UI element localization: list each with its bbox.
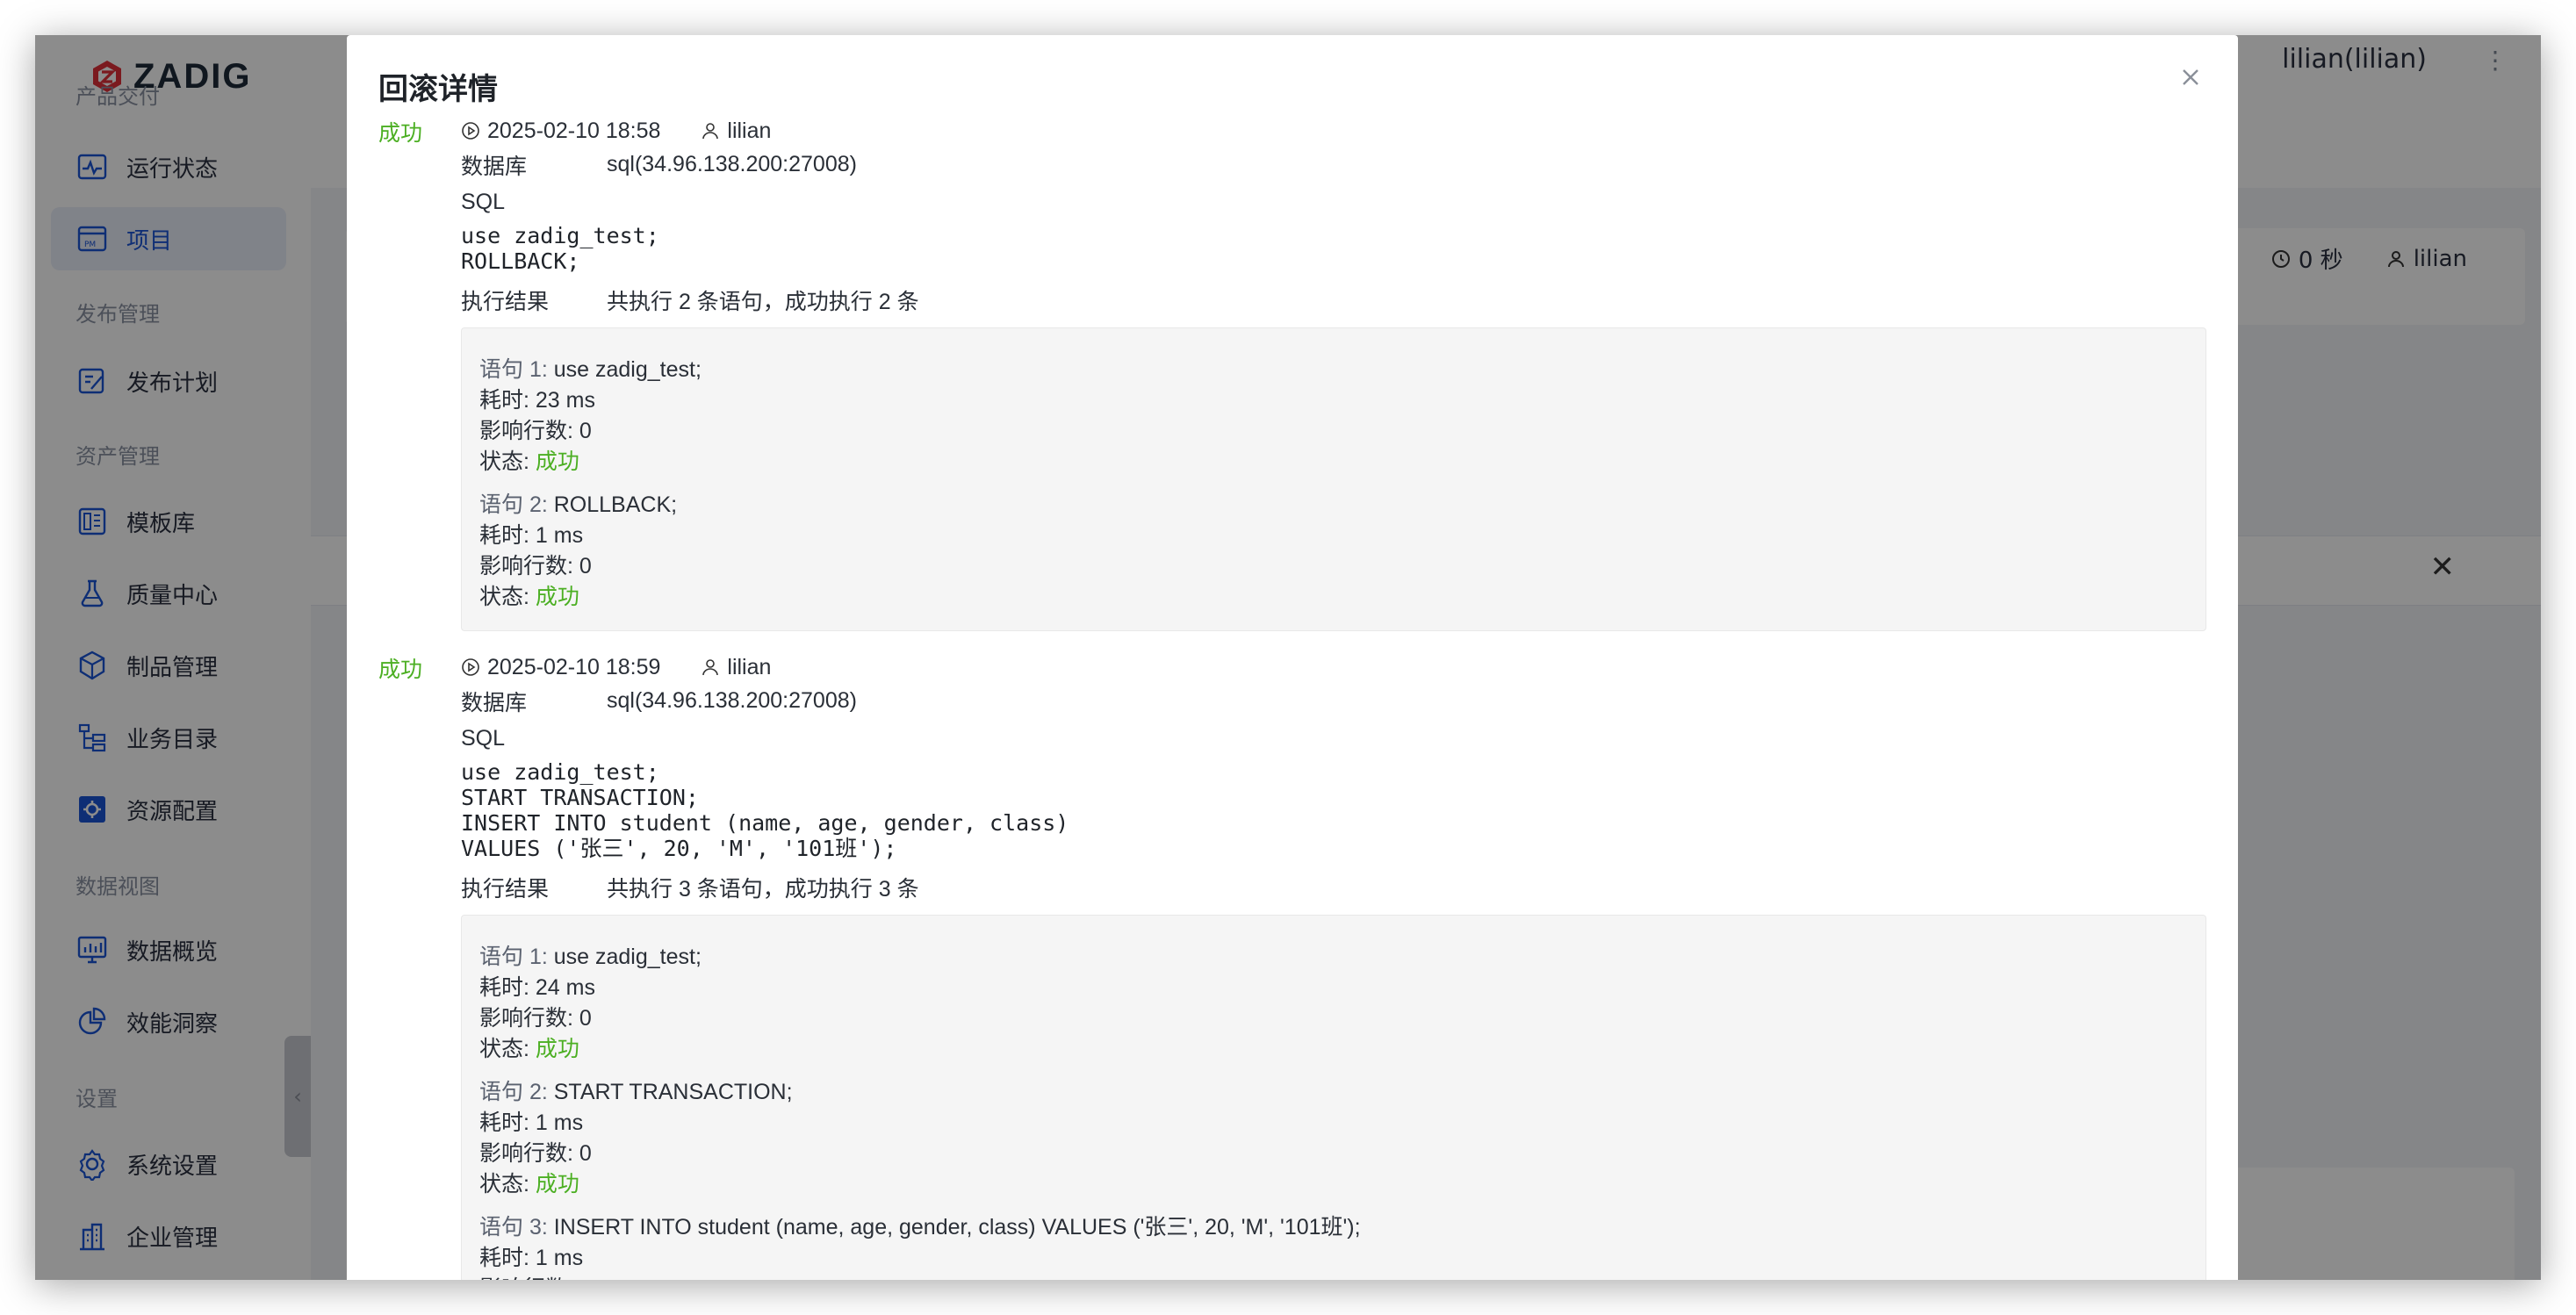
sql-code-block: use zadig_test; START TRANSACTION; INSER… (461, 759, 1069, 861)
database-label: 数据库 (461, 154, 528, 179)
affected-rows-label: 影响行数: (479, 1276, 573, 1280)
affected-rows-label: 影响行数: (479, 419, 573, 443)
statement-sql: ROLLBACK; (553, 492, 678, 517)
statement-results-panel: 语句 1: use zadig_test; 耗时: 24 ms 影响行数: 0 … (461, 915, 2206, 1280)
record-time: 2025-02-10 18:58 (461, 119, 660, 144)
user-icon (702, 123, 719, 140)
statement-label: 语句 2: (479, 1080, 548, 1104)
statement-label: 语句 1: (479, 357, 548, 382)
statement-label: 语句 3: (479, 1215, 548, 1240)
statement-result: 语句 1: use zadig_test; 耗时: 24 ms 影响行数: 0 … (479, 942, 2188, 1065)
record-status-badge: 成功 (378, 121, 423, 146)
elapsed-value: 1 ms (535, 523, 584, 548)
affected-rows-label: 影响行数: (479, 1141, 573, 1166)
statement-sql: START TRANSACTION; (553, 1080, 793, 1104)
rollback-detail-dialog: 回滚详情 成功 2025-02-10 18:58 lilian 数据库 sql(… (347, 35, 2238, 1280)
record-user: lilian (701, 119, 771, 144)
dialog-title: 回滚详情 (378, 72, 498, 107)
status-label: 状态: (479, 1037, 529, 1061)
result-summary: 共执行 3 条语句，成功执行 3 条 (607, 876, 919, 902)
elapsed-value: 24 ms (535, 975, 595, 1000)
affected-rows-value: 0 (579, 419, 592, 443)
statement-status-value: 成功 (535, 449, 579, 474)
elapsed-label: 耗时: (479, 1110, 529, 1135)
statement-status-value: 成功 (535, 585, 579, 609)
affected-rows-label: 影响行数: (479, 1006, 573, 1031)
user-icon (702, 659, 719, 676)
record-user-value: lilian (727, 654, 772, 679)
statement-label: 语句 2: (479, 492, 548, 517)
database-row: 数据库 sql(34.96.138.200:27008) (461, 146, 2206, 183)
result-summary: 共执行 2 条语句，成功执行 2 条 (607, 289, 919, 314)
statement-sql: INSERT INTO student (name, age, gender, … (553, 1215, 1361, 1240)
affected-rows-value: 0 (579, 1006, 592, 1031)
play-circle-icon (462, 658, 479, 676)
database-label: 数据库 (461, 690, 528, 715)
record-time-value: 2025-02-10 18:58 (487, 118, 661, 143)
sql-code-block: use zadig_test; ROLLBACK; (461, 223, 659, 274)
elapsed-label: 耗时: (479, 1246, 529, 1270)
database-value: sql(34.96.138.200:27008) (607, 688, 857, 713)
elapsed-value: 23 ms (535, 388, 595, 413)
record-status-badge: 成功 (378, 658, 423, 682)
statement-sql: use zadig_test; (553, 357, 702, 382)
close-icon[interactable] (2175, 61, 2206, 93)
elapsed-label: 耗时: (479, 388, 529, 413)
elapsed-value: 1 ms (535, 1110, 584, 1135)
statement-result: 语句 2: START TRANSACTION; 耗时: 1 ms 影响行数: … (479, 1077, 2188, 1200)
statement-label: 语句 1: (479, 945, 548, 969)
elapsed-label: 耗时: (479, 975, 529, 1000)
play-circle-icon (462, 122, 479, 140)
sql-label: SQL (461, 726, 506, 751)
affected-rows-value: 1 (579, 1276, 592, 1280)
status-label: 状态: (479, 1172, 529, 1196)
record-user: lilian (701, 655, 771, 680)
statement-result: 语句 3: INSERT INTO student (name, age, ge… (479, 1212, 2188, 1280)
statement-status-value: 成功 (535, 1037, 579, 1061)
database-value: sql(34.96.138.200:27008) (607, 152, 857, 176)
record-time-value: 2025-02-10 18:59 (487, 654, 661, 679)
result-row: 执行结果 共执行 3 条语句，成功执行 3 条 (461, 868, 2206, 906)
affected-rows-value: 0 (579, 554, 592, 578)
rollback-record: 成功 2025-02-10 18:59 lilian 数据库 sql(34.96… (378, 652, 2206, 1280)
affected-rows-value: 0 (579, 1141, 592, 1166)
record-user-value: lilian (727, 118, 772, 143)
statement-status-value: 成功 (535, 1172, 579, 1196)
dialog-body: 成功 2025-02-10 18:58 lilian 数据库 sql(34.96… (378, 116, 2206, 1280)
rollback-record: 成功 2025-02-10 18:58 lilian 数据库 sql(34.96… (378, 116, 2206, 631)
status-label: 状态: (479, 585, 529, 609)
affected-rows-label: 影响行数: (479, 554, 573, 578)
result-label: 执行结果 (461, 289, 550, 314)
result-row: 执行结果 共执行 2 条语句，成功执行 2 条 (461, 281, 2206, 319)
database-row: 数据库 sql(34.96.138.200:27008) (461, 682, 2206, 720)
elapsed-value: 1 ms (535, 1246, 584, 1270)
statement-result: 语句 2: ROLLBACK; 耗时: 1 ms 影响行数: 0 状态: 成功 (479, 490, 2188, 613)
result-label: 执行结果 (461, 876, 550, 902)
statement-results-panel: 语句 1: use zadig_test; 耗时: 23 ms 影响行数: 0 … (461, 327, 2206, 631)
sql-label: SQL (461, 190, 506, 214)
status-label: 状态: (479, 449, 529, 474)
record-time: 2025-02-10 18:59 (461, 655, 660, 680)
elapsed-label: 耗时: (479, 523, 529, 548)
statement-result: 语句 1: use zadig_test; 耗时: 23 ms 影响行数: 0 … (479, 355, 2188, 478)
statement-sql: use zadig_test; (553, 945, 702, 969)
